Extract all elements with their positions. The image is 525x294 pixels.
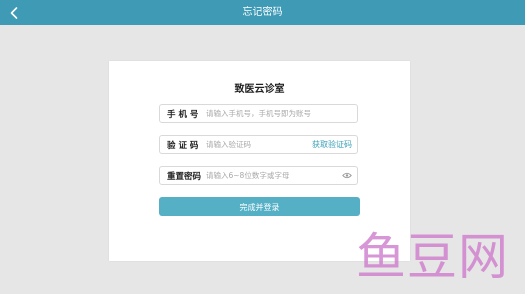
- get-code-link[interactable]: 获取验证码: [312, 139, 357, 150]
- page-title: 忘记密码: [242, 7, 283, 18]
- password-input[interactable]: [204, 168, 340, 183]
- code-input[interactable]: [204, 137, 312, 152]
- password-field: 重置密码: [159, 166, 358, 185]
- top-bar: 忘记密码: [0, 0, 525, 25]
- watermark-logo: 鱼豆网: [356, 228, 509, 286]
- code-label: 验 证 码: [167, 140, 199, 151]
- phone-label: 手 机 号: [167, 109, 199, 120]
- submit-login-button[interactable]: 完成并登录: [159, 197, 360, 216]
- form-title: 致医云诊室: [234, 84, 285, 95]
- phone-field: 手 机 号: [159, 104, 358, 123]
- password-label: 重置密码: [167, 171, 202, 182]
- eye-icon[interactable]: [340, 172, 357, 179]
- code-field: 验 证 码 获取验证码: [159, 135, 358, 154]
- phone-input[interactable]: [204, 106, 357, 121]
